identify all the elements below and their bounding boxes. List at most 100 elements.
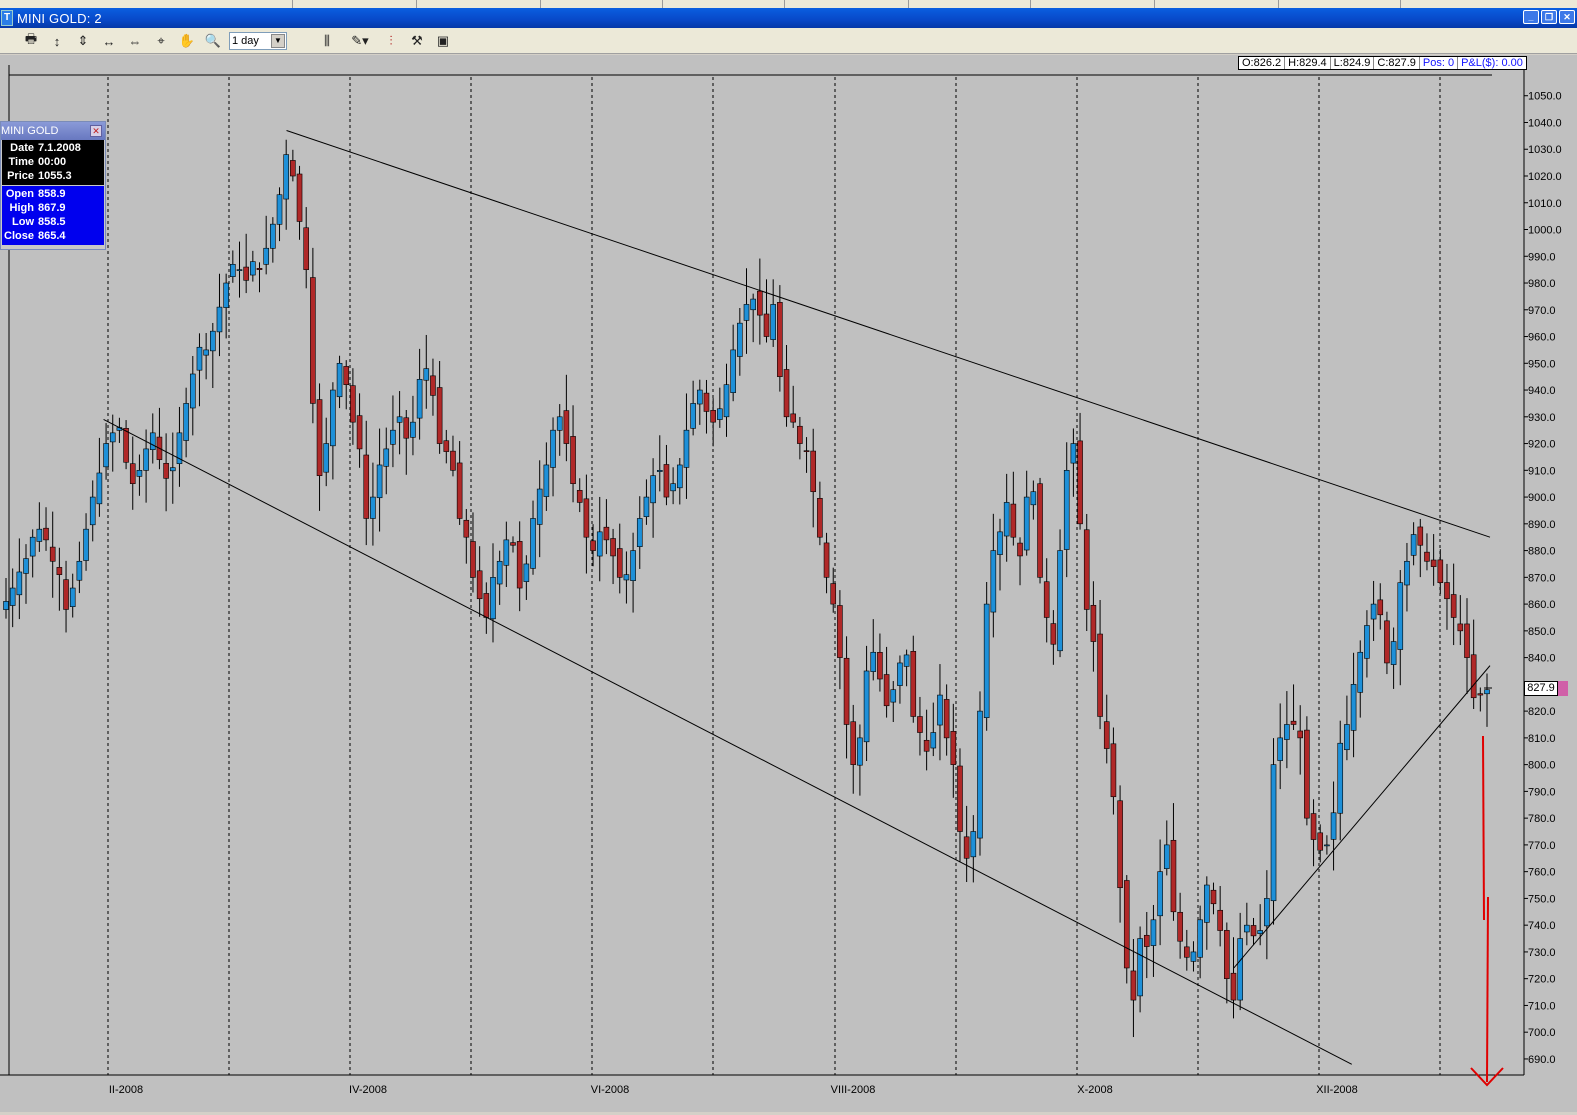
- candle-body: [1330, 812, 1337, 840]
- chart-area[interactable]: 690.0 700.0 710.0 720.0 730.0 740.0 750.0 760.0…: [0, 55, 1577, 1112]
- vertical-zoom-icon[interactable]: ↕: [48, 33, 66, 49]
- candle-body: [663, 464, 670, 498]
- info-row-close: Close 865.4: [2, 229, 104, 243]
- candle-body: [3, 601, 9, 610]
- vertical-scale-icon[interactable]: ⇕: [74, 33, 92, 49]
- candle-body: [1410, 534, 1417, 556]
- magnifier-icon[interactable]: 🔍: [204, 33, 222, 49]
- y-tick-label: 730.0: [1528, 947, 1556, 959]
- candle-body: [350, 385, 356, 423]
- candle-body: [210, 330, 216, 352]
- window-titlebar[interactable]: T MINI GOLD: 2 _ ❐ ✕: [0, 8, 1577, 28]
- timeframe-select[interactable]: 1 day ▼: [229, 32, 287, 50]
- candle-body: [1090, 604, 1097, 642]
- y-tick-label: 760.0: [1528, 867, 1556, 879]
- candle-body: [1377, 599, 1384, 616]
- candle-body: [930, 732, 937, 749]
- candle-body: [1050, 623, 1057, 645]
- data-info-panel[interactable]: MINI GOLD ✕ Date 7.1.2008 Time 00:00 Price…: [0, 121, 106, 250]
- candle-body: [810, 450, 817, 493]
- ohlc-high: H:829.4: [1285, 57, 1331, 69]
- candle-body: [1277, 737, 1283, 761]
- candle-body: [863, 670, 870, 743]
- candle-body: [1177, 911, 1183, 942]
- info-label: High: [9, 202, 34, 214]
- cursor-crosshair-icon[interactable]: ⌖: [152, 33, 170, 49]
- candle-body: [436, 387, 443, 444]
- minimize-icon[interactable]: _: [1523, 10, 1539, 24]
- candle-body: [1270, 764, 1277, 902]
- candle-body: [383, 448, 390, 467]
- candle-body: [563, 410, 570, 444]
- close-icon[interactable]: ✕: [90, 125, 102, 137]
- candle-body: [1137, 938, 1143, 997]
- candle-body: [1217, 909, 1223, 931]
- candle-body: [883, 674, 890, 707]
- candle-body: [236, 269, 243, 271]
- candle-body: [1043, 581, 1050, 618]
- candle-body: [183, 403, 189, 441]
- chart-style-icon[interactable]: ⫶: [382, 33, 400, 49]
- hand-pan-icon[interactable]: ✋: [178, 33, 196, 49]
- info-label: Time: [8, 156, 34, 168]
- candle-body: [1424, 551, 1430, 562]
- candle-body: [1250, 925, 1257, 937]
- candle-body: [830, 583, 837, 605]
- candle-body: [1183, 946, 1190, 958]
- candle-body: [743, 304, 750, 321]
- candle-body: [757, 290, 763, 316]
- candle-body: [230, 263, 236, 277]
- candle-body: [143, 448, 149, 471]
- candle-body: [923, 739, 930, 752]
- pnl-readout: P&L($): 0.00: [1461, 57, 1523, 69]
- close-icon[interactable]: ✕: [1559, 10, 1575, 24]
- y-tick-label: 960.0: [1528, 332, 1556, 344]
- y-tick-label: 740.0: [1528, 920, 1556, 932]
- x-tick-label: VI-2008: [591, 1084, 630, 1096]
- candle-body: [89, 496, 96, 526]
- data-window-icon[interactable]: ▣: [434, 33, 452, 49]
- candle-body: [803, 450, 810, 452]
- candle-body: [196, 346, 203, 371]
- candle-body: [977, 710, 983, 839]
- candle-body: [690, 403, 696, 429]
- candle-body: [730, 349, 736, 393]
- horizontal-scale-icon[interactable]: ⇔: [126, 33, 144, 49]
- candle-body: [169, 467, 176, 472]
- candle-body: [817, 498, 823, 538]
- candle-body: [717, 408, 723, 420]
- candle-body: [1337, 742, 1344, 814]
- candle-body: [310, 277, 316, 404]
- candle-body: [149, 432, 156, 450]
- info-panel-header[interactable]: MINI GOLD ✕: [1, 122, 105, 140]
- y-tick-label: 720.0: [1528, 974, 1556, 986]
- candle-body: [356, 415, 363, 450]
- indicator-settings-icon[interactable]: ⚒: [408, 33, 426, 49]
- candle-body: [823, 542, 830, 578]
- y-tick-label: 900.0: [1528, 492, 1556, 504]
- candle-body: [877, 652, 883, 680]
- candle-body: [910, 651, 917, 717]
- price-tag-marker: [1558, 681, 1568, 696]
- candle-body: [1117, 800, 1123, 889]
- info-panel-title: MINI GOLD: [1, 125, 59, 137]
- app-icon: T: [1, 10, 13, 26]
- candle-body: [1017, 542, 1023, 557]
- candle-body: [23, 558, 29, 574]
- price-chart[interactable]: 690.0 700.0 710.0 720.0 730.0 740.0 750.0 760.0…: [0, 55, 1577, 1112]
- print-icon[interactable]: 🖶: [22, 31, 40, 49]
- candle-body: [770, 304, 776, 340]
- candle-body: [503, 539, 510, 566]
- candle-body: [1244, 924, 1250, 933]
- drawing-tools-icon[interactable]: ✎▾: [346, 33, 374, 49]
- y-tick-label: 860.0: [1528, 599, 1556, 611]
- horizontal-zoom-icon[interactable]: ↔: [100, 33, 118, 49]
- restore-icon[interactable]: ❐: [1541, 10, 1557, 24]
- candle-body: [243, 266, 249, 281]
- chevron-down-icon[interactable]: ▼: [271, 34, 285, 48]
- y-tick-label: 980.0: [1528, 278, 1556, 290]
- candle-body: [1010, 503, 1017, 538]
- y-tick-label: 750.0: [1528, 893, 1556, 905]
- candle-body: [1264, 898, 1270, 927]
- bar-spacing-icon[interactable]: ⫼: [318, 33, 336, 49]
